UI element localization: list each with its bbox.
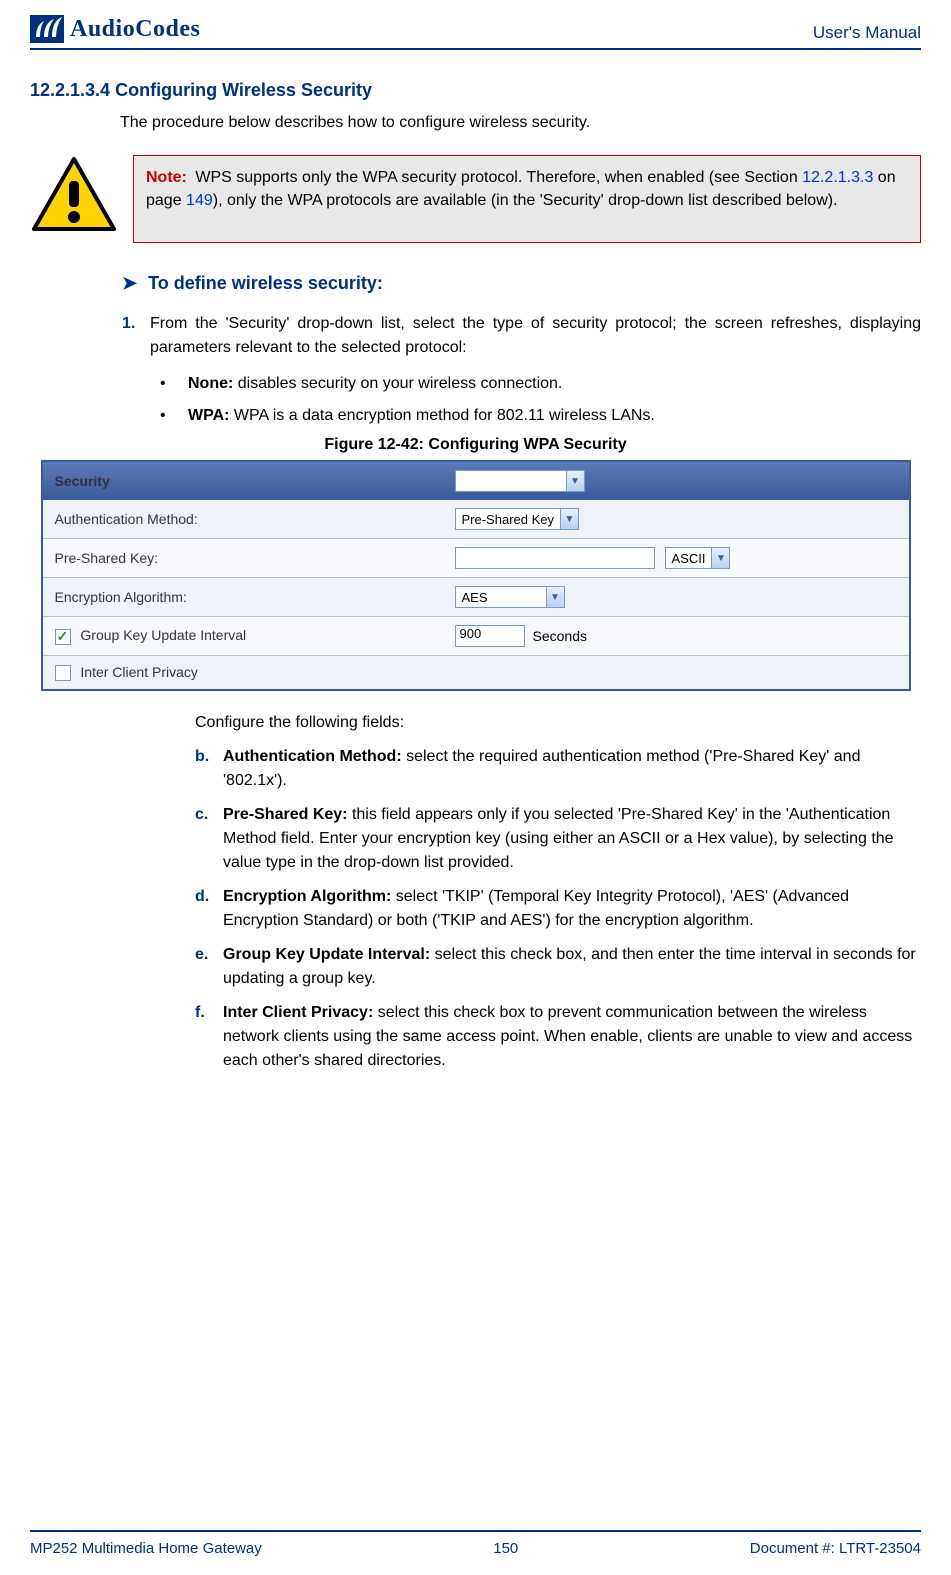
procedure-heading-text: To define wireless security:: [148, 273, 383, 293]
sub-body: Group Key Update Interval: select this c…: [223, 943, 921, 991]
chevron-down-icon: ▼: [560, 509, 578, 529]
page-header: AudioCodes User's Manual: [30, 15, 921, 50]
step-text: From the 'Security' drop-down list, sele…: [150, 312, 921, 360]
psk-input[interactable]: [455, 547, 655, 569]
footer-page: 150: [493, 1540, 518, 1557]
sub-body: Authentication Method: select the requir…: [223, 745, 921, 793]
sub-body: Encryption Algorithm: select 'TKIP' (Tem…: [223, 885, 921, 933]
chevron-down-icon: ▼: [711, 548, 729, 568]
group-key-row: ✓ Group Key Update Interval 900 Seconds: [43, 617, 909, 656]
sub-label: Pre-Shared Key:: [223, 806, 348, 823]
configure-lead: Configure the following fields:: [195, 711, 921, 735]
note-text-3: ), only the WPA protocols are available …: [213, 192, 838, 209]
footer-right: Document #: LTRT-23504: [750, 1540, 921, 1557]
arrow-icon: ➤: [122, 273, 137, 293]
group-key-unit: Seconds: [533, 628, 587, 644]
sub-label: Authentication Method:: [223, 748, 402, 765]
sub-label: Encryption Algorithm:: [223, 888, 391, 905]
figure-caption: Figure 12-42: Configuring WPA Security: [30, 436, 921, 454]
security-select[interactable]: WPA ▼: [455, 470, 585, 492]
bullet-marker: •: [160, 372, 188, 396]
sub-label: Inter Client Privacy:: [223, 1004, 373, 1021]
bullet-marker: •: [160, 404, 188, 428]
intro-text: The procedure below describes how to con…: [120, 111, 921, 135]
sub-letter: d.: [195, 885, 223, 933]
page-footer: MP252 Multimedia Home Gateway 150 Docume…: [30, 1530, 921, 1557]
sub-body: Inter Client Privacy: select this check …: [223, 1001, 921, 1073]
sub-label: Group Key Update Interval:: [223, 946, 430, 963]
header-doc-title: User's Manual: [813, 23, 921, 43]
psk-format-select[interactable]: ASCII ▼: [665, 547, 731, 569]
psk-label: Pre-Shared Key:: [55, 550, 455, 566]
sub-letter: b.: [195, 745, 223, 793]
section-title-text: Configuring Wireless Security: [115, 80, 372, 100]
note-page-link[interactable]: 149: [186, 192, 213, 209]
bullet-text: disables security on your wireless conne…: [233, 375, 562, 392]
sub-e: e. Group Key Update Interval: select thi…: [195, 943, 921, 991]
inter-client-label: Inter Client Privacy: [80, 664, 197, 680]
brand-name: AudioCodes: [70, 16, 200, 43]
sub-d: d. Encryption Algorithm: select 'TKIP' (…: [195, 885, 921, 933]
warning-icon: [30, 155, 118, 243]
procedure-heading: ➤ To define wireless security:: [122, 273, 921, 294]
group-key-input[interactable]: 900: [455, 625, 525, 647]
brand-logo: AudioCodes: [30, 15, 200, 43]
bullet-label: None:: [188, 375, 233, 392]
sub-b: b. Authentication Method: select the req…: [195, 745, 921, 793]
encryption-value: AES: [456, 590, 546, 605]
inter-client-checkbox[interactable]: [55, 665, 71, 681]
security-header-label: Security: [55, 473, 455, 489]
section-number: 12.2.1.3.4: [30, 80, 110, 100]
bullet-none: • None: disables security on your wirele…: [160, 372, 921, 396]
sub-letter: c.: [195, 803, 223, 875]
note-box: Note: WPS supports only the WPA security…: [133, 155, 921, 243]
sub-f: f. Inter Client Privacy: select this che…: [195, 1001, 921, 1073]
auth-method-row: Authentication Method: Pre-Shared Key ▼: [43, 500, 909, 539]
step-1: 1. From the 'Security' drop-down list, s…: [122, 312, 921, 360]
bullet-label: WPA:: [188, 407, 229, 424]
auth-method-label: Authentication Method:: [55, 511, 455, 527]
config-header-row: Security WPA ▼: [43, 462, 909, 500]
inter-client-label-cell: Inter Client Privacy: [55, 664, 455, 681]
bullet-text: WPA is a data encryption method for 802.…: [229, 407, 654, 424]
chevron-down-icon: ▼: [566, 471, 584, 491]
footer-left: MP252 Multimedia Home Gateway: [30, 1540, 262, 1557]
sub-letter: f.: [195, 1001, 223, 1073]
bullet-body: None: disables security on your wireless…: [188, 372, 921, 396]
group-key-label-cell: ✓ Group Key Update Interval: [55, 627, 455, 644]
step-number: 1.: [122, 312, 150, 360]
encryption-select[interactable]: AES ▼: [455, 586, 565, 608]
note-text-1: WPS supports only the WPA security proto…: [195, 169, 802, 186]
sub-c: c. Pre-Shared Key: this field appears on…: [195, 803, 921, 875]
wpa-config-table: Security WPA ▼ Authentication Method: Pr…: [41, 460, 911, 691]
psk-format-value: ASCII: [666, 551, 712, 566]
bullet-body: WPA: WPA is a data encryption method for…: [188, 404, 921, 428]
group-key-label: Group Key Update Interval: [80, 627, 246, 643]
chevron-down-icon: ▼: [546, 587, 564, 607]
auth-method-value: Pre-Shared Key: [456, 512, 561, 527]
encryption-label: Encryption Algorithm:: [55, 589, 455, 605]
note-label: Note:: [146, 166, 187, 189]
encryption-row: Encryption Algorithm: AES ▼: [43, 578, 909, 617]
note-container: Note: WPS supports only the WPA security…: [30, 155, 921, 243]
bullet-wpa: • WPA: WPA is a data encryption method f…: [160, 404, 921, 428]
group-key-checkbox[interactable]: ✓: [55, 629, 71, 645]
psk-row: Pre-Shared Key: ASCII ▼: [43, 539, 909, 578]
sub-body: Pre-Shared Key: this field appears only …: [223, 803, 921, 875]
logo-icon: [30, 15, 64, 43]
inter-client-row: Inter Client Privacy: [43, 656, 909, 689]
security-select-value: WPA: [456, 474, 566, 489]
auth-method-select[interactable]: Pre-Shared Key ▼: [455, 508, 580, 530]
sub-letter: e.: [195, 943, 223, 991]
section-heading: 12.2.1.3.4 Configuring Wireless Security: [30, 80, 921, 101]
note-section-link[interactable]: 12.2.1.3.3: [802, 169, 873, 186]
